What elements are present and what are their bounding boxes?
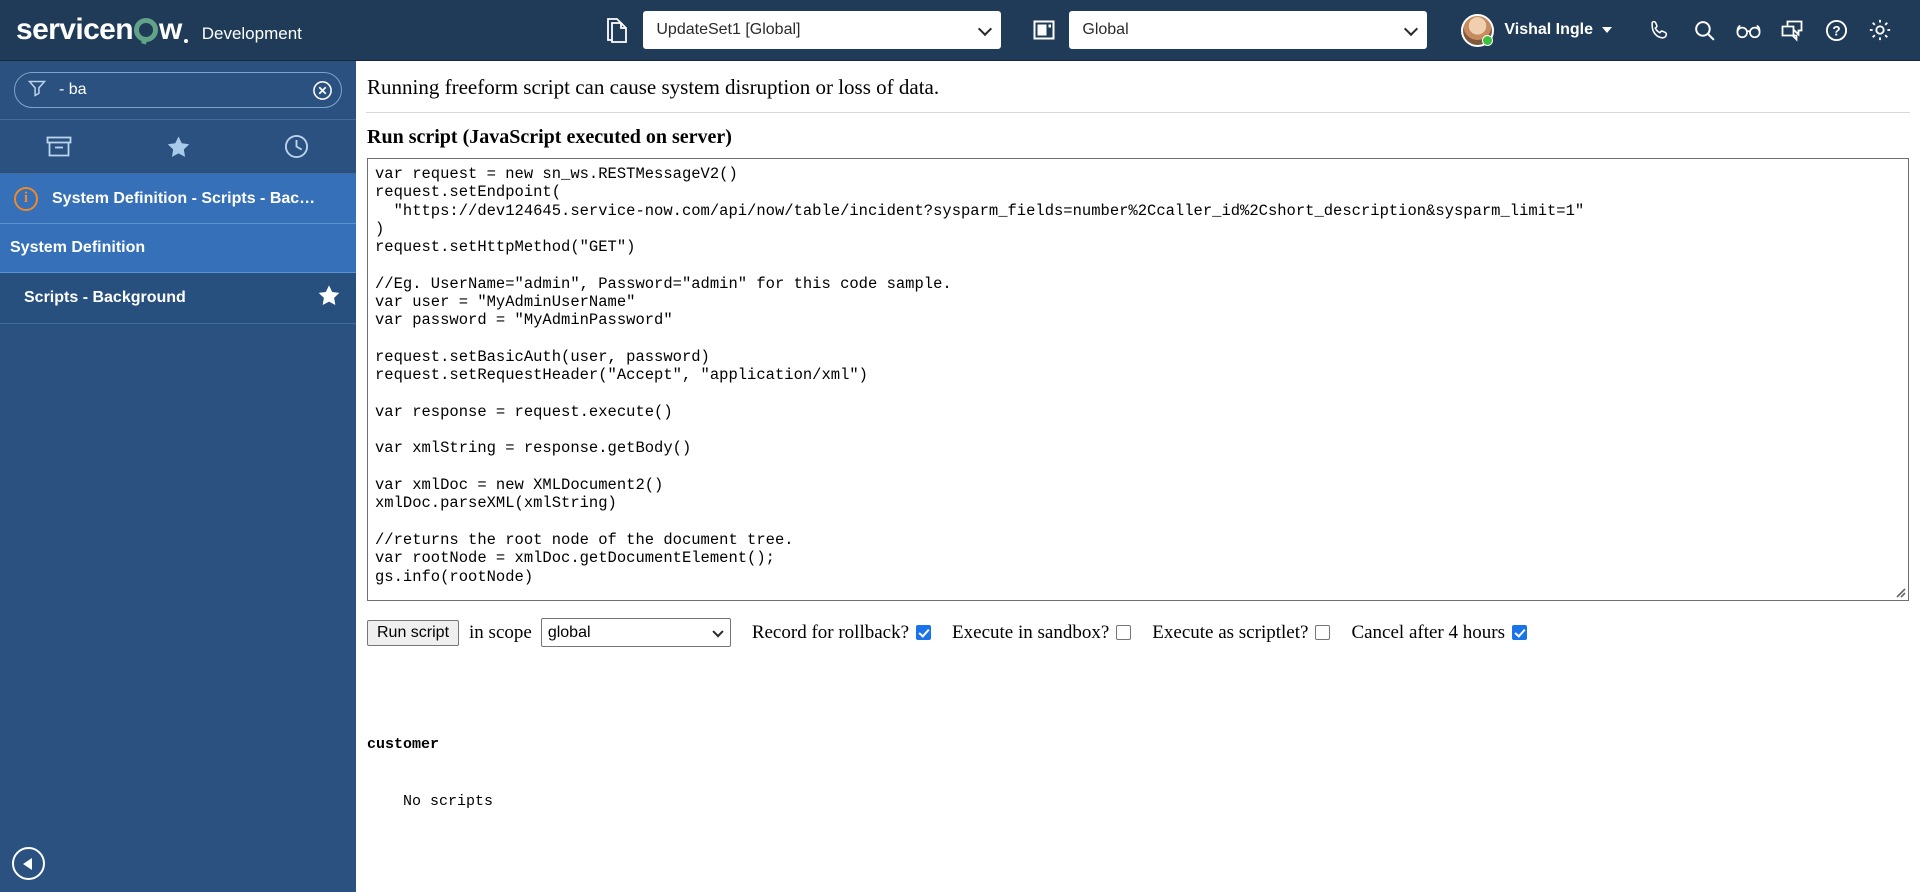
script-input[interactable]: var request = new sn_ws.RESTMessageV2() … — [367, 158, 1909, 601]
sidebar-tab-favorites[interactable] — [119, 120, 238, 173]
star-icon[interactable] — [316, 283, 342, 313]
history-clock-icon — [285, 134, 309, 159]
main-content: Running freeform script can cause system… — [356, 61, 1920, 892]
chevron-left-circle-icon — [23, 857, 32, 870]
cancel-after-4-hours-box[interactable] — [1511, 625, 1527, 640]
sidebar-tab-all[interactable] — [0, 120, 119, 173]
record-for-rollback-box[interactable] — [916, 625, 932, 640]
all-applications-box-icon — [46, 136, 72, 156]
logo-o-ring — [133, 18, 158, 42]
collapse-sidebar-button[interactable] — [12, 847, 45, 880]
record-for-rollback-checkbox[interactable]: Record for rollback? — [751, 621, 932, 644]
logo-text-post: w — [158, 13, 182, 46]
application-navigator-sidebar: i System Definition - Scripts - Bac… Sys… — [0, 61, 356, 892]
navigator-alert-item[interactable]: i System Definition - Scripts - Bac… — [0, 174, 356, 224]
conversations-icon[interactable] — [1770, 10, 1814, 50]
update-set-select-wrap: UpdateSet1 [Global] — [643, 11, 1002, 49]
servicenow-logo: servicen w — [16, 15, 188, 45]
filter-funnel-icon — [27, 78, 47, 103]
execute-as-scriptlet-box[interactable] — [1315, 625, 1331, 640]
navigator-tabs — [0, 119, 356, 174]
user-menu[interactable]: Vishal Ingle — [1461, 13, 1612, 47]
info-circle-icon: i — [14, 186, 38, 211]
application-scope-select[interactable]: Global — [1069, 11, 1428, 49]
sidebar-group-system-definition[interactable]: System Definition — [0, 224, 356, 273]
output-title: customer — [367, 736, 440, 753]
execute-as-scriptlet-label: Execute as scriptlet? — [1152, 621, 1309, 643]
application-scope-select-wrap: Global — [1069, 11, 1428, 49]
chevron-down-icon — [1602, 27, 1612, 33]
script-editor-wrap: var request = new sn_ws.RESTMessageV2() … — [367, 158, 1909, 601]
update-set-icon[interactable] — [601, 13, 635, 47]
scope-select-wrap: global — [540, 618, 731, 647]
logo-dot — [183, 39, 188, 43]
navigator-filter-row — [0, 61, 356, 119]
navigator-filter-input[interactable] — [57, 80, 311, 100]
glasses-icon[interactable] — [1726, 10, 1770, 50]
phone-icon[interactable] — [1638, 10, 1682, 50]
application-scope-icon[interactable] — [1027, 13, 1061, 47]
output-body: No scripts — [367, 793, 494, 810]
update-set-select[interactable]: UpdateSet1 [Global] — [643, 11, 1002, 49]
execute-in-sandbox-label: Execute in sandbox? — [952, 621, 1110, 643]
script-output: customer No scripts — [367, 697, 1920, 849]
scope-select[interactable]: global — [540, 618, 731, 647]
execute-in-sandbox-checkbox[interactable]: Execute in sandbox? — [952, 621, 1132, 644]
warning-message: Running freeform script can cause system… — [367, 75, 940, 99]
brand[interactable]: servicen w Development — [16, 15, 302, 45]
clear-circle-x-icon[interactable] — [311, 79, 333, 101]
sidebar-tab-history[interactable] — [237, 120, 356, 173]
sidebar-group-label: System Definition — [10, 239, 146, 256]
page-title: Run script (JavaScript executed on serve… — [367, 126, 732, 148]
top-navigation-bar: servicen w Development UpdateSet1 [Global… — [0, 0, 1920, 61]
user-name: Vishal Ingle — [1504, 21, 1593, 38]
application-scope-picker: Global — [1027, 11, 1428, 49]
navigator-alert-label: System Definition - Scripts - Bac… — [52, 189, 316, 207]
help-icon[interactable]: ? — [1814, 10, 1858, 50]
top-nav-icons: ? — [1638, 10, 1902, 50]
run-script-button[interactable]: Run script — [367, 619, 460, 646]
avatar — [1461, 13, 1495, 47]
gear-icon[interactable] — [1858, 10, 1902, 50]
cancel-after-4-hours-label: Cancel after 4 hours — [1351, 621, 1505, 643]
record-for-rollback-label: Record for rollback? — [751, 621, 910, 643]
in-scope-label: in scope — [469, 621, 532, 643]
navigator-filter-box[interactable] — [14, 72, 342, 108]
instance-name: Development — [201, 24, 302, 43]
svg-text:?: ? — [1832, 23, 1840, 38]
sidebar-item-label: Scripts - Background — [24, 289, 186, 306]
script-controls: Run script in scope global Record for ro… — [367, 618, 1920, 647]
cancel-after-4-hours-checkbox[interactable]: Cancel after 4 hours — [1351, 622, 1527, 644]
sidebar-item-scripts-background[interactable]: Scripts - Background — [0, 273, 356, 324]
search-icon[interactable] — [1682, 10, 1726, 50]
logo-text-pre: servicen — [16, 13, 134, 46]
star-icon — [167, 136, 189, 157]
execute-as-scriptlet-checkbox[interactable]: Execute as scriptlet? — [1152, 621, 1331, 644]
update-set-picker: UpdateSet1 [Global] — [601, 11, 1002, 49]
execute-in-sandbox-box[interactable] — [1116, 625, 1132, 640]
